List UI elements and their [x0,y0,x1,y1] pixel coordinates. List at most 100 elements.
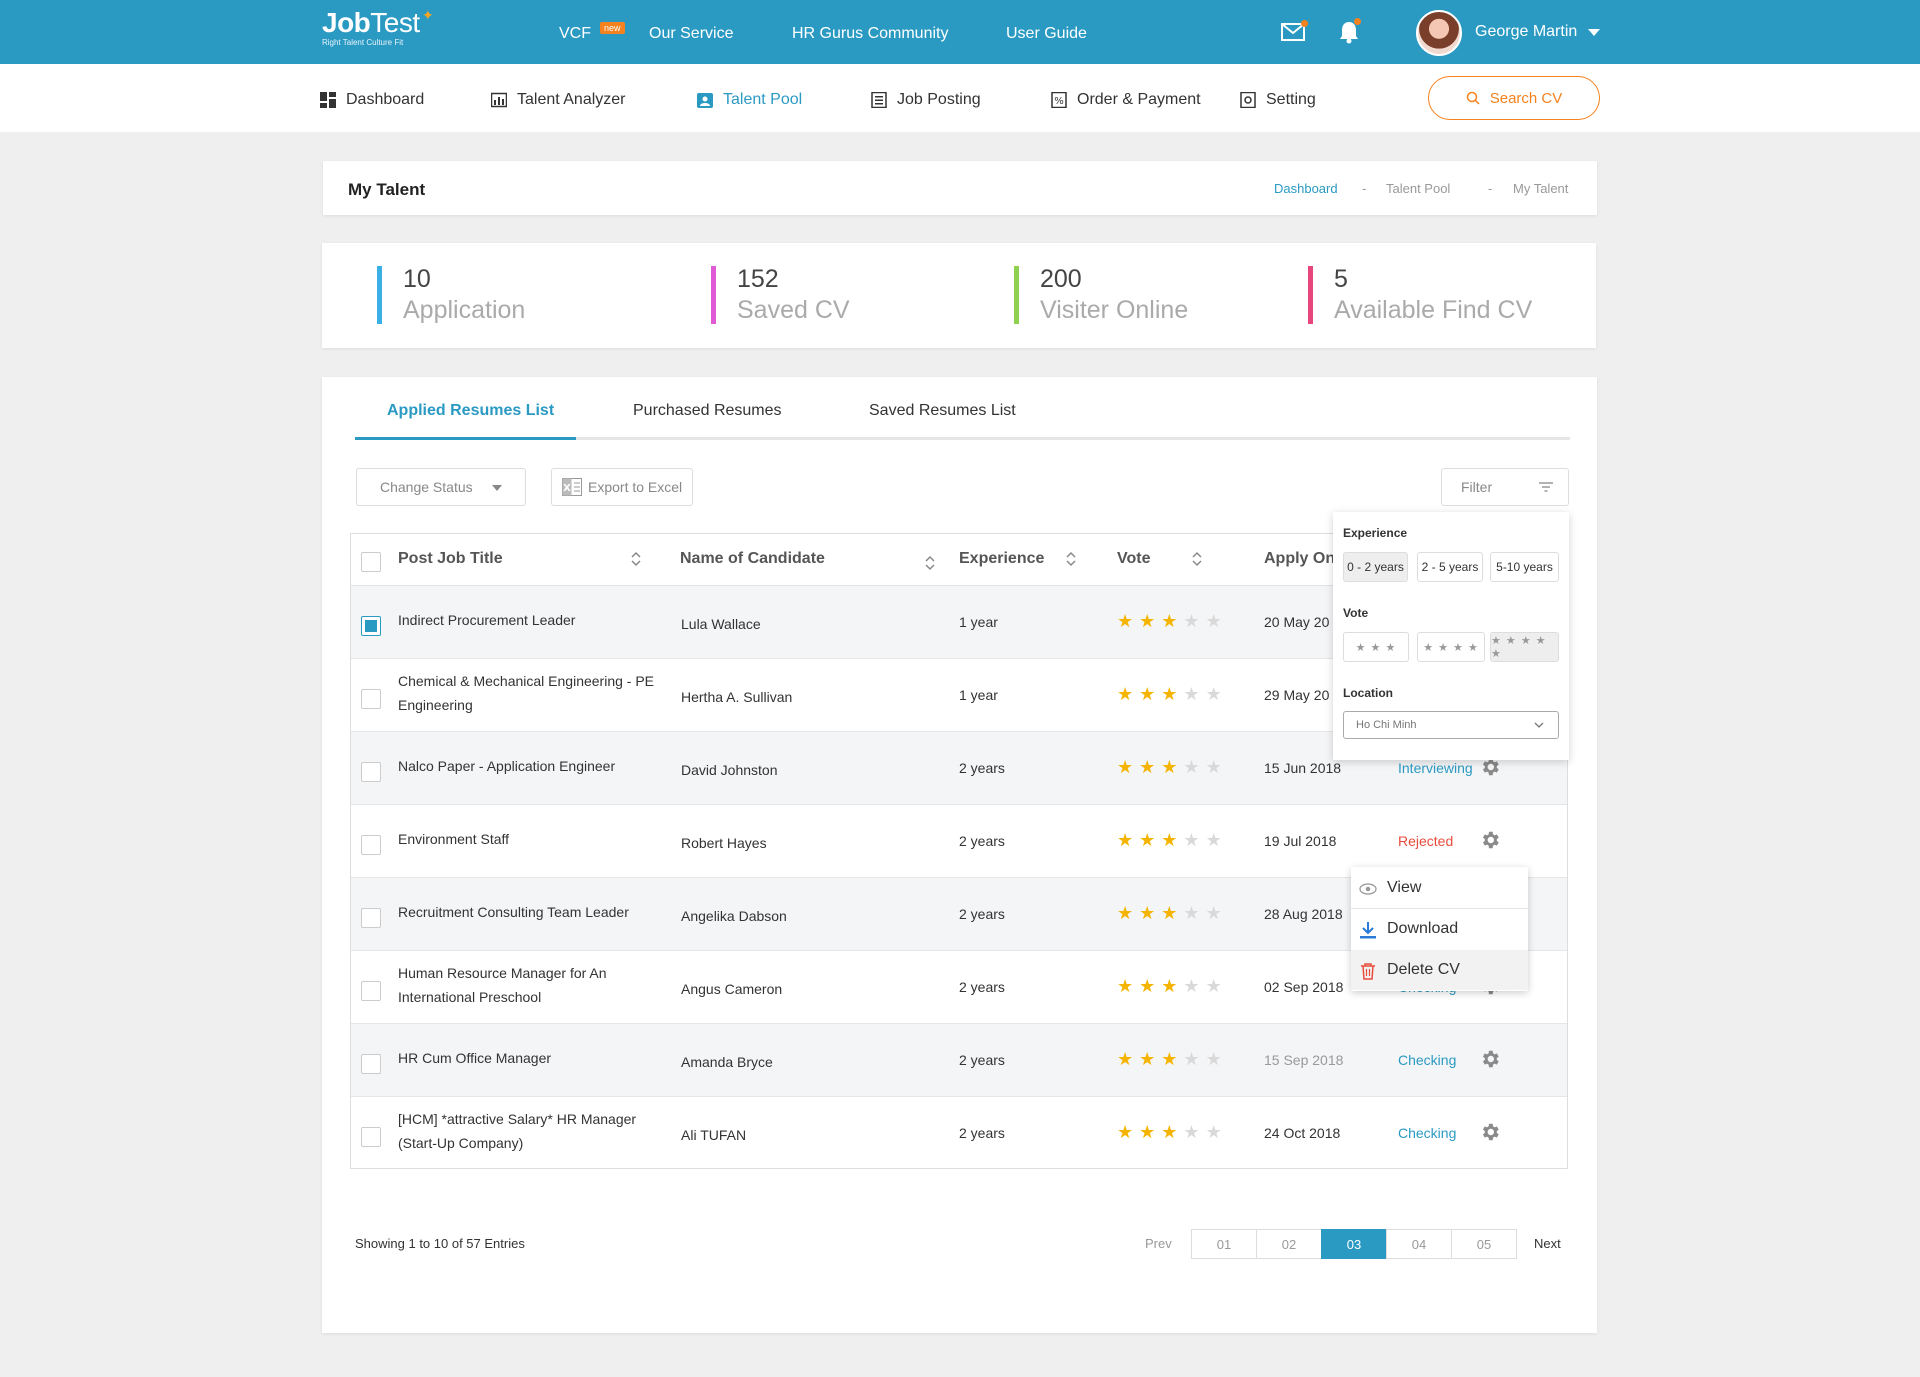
page-number[interactable]: 02 [1256,1229,1322,1259]
topnav-our-service[interactable]: Our Service [649,24,733,44]
row-checkbox[interactable] [361,1054,381,1074]
star-filled-icon[interactable]: ★ [1161,685,1177,703]
nav-job-posting[interactable]: Job Posting [871,90,981,110]
pagination-next[interactable]: Next [1534,1236,1561,1251]
job-title[interactable]: [HCM] *attractive Salary* HR Manager [398,1107,636,1131]
tab-purchased-resumes[interactable]: Purchased Resumes [633,402,782,420]
menu-item-download[interactable]: Download [1351,909,1528,949]
vote-option-5[interactable]: ★ ★ ★ ★ ★ [1490,632,1559,662]
star-filled-icon[interactable]: ★ [1139,904,1155,922]
breadcrumb-talent-pool[interactable]: Talent Pool [1386,181,1450,196]
vote-rating[interactable]: ★ ★ ★ ★ ★ [1117,612,1222,630]
star-empty-icon[interactable]: ★ [1183,1123,1199,1141]
menu-item-delete-cv[interactable]: Delete CV [1351,950,1528,990]
breadcrumb-dashboard[interactable]: Dashboard [1274,181,1338,196]
star-filled-icon[interactable]: ★ [1161,831,1177,849]
status-label[interactable]: Checking [1398,1125,1456,1141]
vote-option-3[interactable]: ★ ★ ★ [1343,632,1409,662]
row-checkbox[interactable] [361,981,381,1001]
avatar[interactable] [1416,10,1462,56]
star-filled-icon[interactable]: ★ [1117,977,1133,995]
job-title[interactable]: Nalco Paper - Application Engineer [398,754,615,778]
sort-icon[interactable] [924,554,936,572]
star-filled-icon[interactable]: ★ [1117,612,1133,630]
row-checkbox[interactable] [361,908,381,928]
star-filled-icon[interactable]: ★ [1161,758,1177,776]
row-checkbox[interactable] [361,616,381,636]
nav-setting[interactable]: Setting [1240,90,1316,110]
star-empty-icon[interactable]: ★ [1183,977,1199,995]
topnav-hr-gurus[interactable]: HR Gurus Community [792,24,948,44]
job-title[interactable]: HR Cum Office Manager [398,1046,551,1070]
star-filled-icon[interactable]: ★ [1161,1050,1177,1068]
star-filled-icon[interactable]: ★ [1139,831,1155,849]
experience-option-2-5[interactable]: 2 - 5 years [1417,552,1483,582]
star-filled-icon[interactable]: ★ [1139,758,1155,776]
page-number[interactable]: 01 [1191,1229,1257,1259]
topnav-user-guide[interactable]: User Guide [1006,24,1087,44]
vote-rating[interactable]: ★ ★ ★ ★ ★ [1117,904,1222,922]
column-post-job-title[interactable]: Post Job Title [398,550,503,568]
star-filled-icon[interactable]: ★ [1117,685,1133,703]
status-label[interactable]: Interviewing [1398,760,1473,776]
star-empty-icon[interactable]: ★ [1206,1123,1222,1141]
tab-saved-resumes[interactable]: Saved Resumes List [869,402,1016,420]
column-name-of-candidate[interactable]: Name of Candidate [680,550,825,568]
star-filled-icon[interactable]: ★ [1117,831,1133,849]
column-experience[interactable]: Experience [959,550,1044,568]
vote-rating[interactable]: ★ ★ ★ ★ ★ [1117,1123,1222,1141]
star-filled-icon[interactable]: ★ [1117,1050,1133,1068]
search-cv-button[interactable]: Search CV [1428,76,1600,120]
gear-icon[interactable] [1479,829,1501,851]
topnav-vcf[interactable]: VCF [559,24,591,44]
star-filled-icon[interactable]: ★ [1139,1123,1155,1141]
star-empty-icon[interactable]: ★ [1183,758,1199,776]
job-title[interactable]: Environment Staff [398,827,509,851]
star-filled-icon[interactable]: ★ [1161,977,1177,995]
star-empty-icon[interactable]: ★ [1183,685,1199,703]
experience-option-5-10[interactable]: 5-10 years [1490,552,1559,582]
star-empty-icon[interactable]: ★ [1183,1050,1199,1068]
status-label[interactable]: Checking [1398,1052,1456,1068]
star-filled-icon[interactable]: ★ [1117,904,1133,922]
star-filled-icon[interactable]: ★ [1139,977,1155,995]
vote-rating[interactable]: ★ ★ ★ ★ ★ [1117,1050,1222,1068]
vote-rating[interactable]: ★ ★ ★ ★ ★ [1117,685,1222,703]
location-select[interactable]: Ho Chi Minh [1343,711,1559,739]
nav-order-payment[interactable]: % Order & Payment [1051,90,1201,110]
vote-rating[interactable]: ★ ★ ★ ★ ★ [1117,758,1222,776]
gear-icon[interactable] [1479,1048,1501,1070]
star-empty-icon[interactable]: ★ [1183,612,1199,630]
user-name[interactable]: George Martin [1475,23,1577,41]
job-title[interactable]: Engineering [398,693,473,717]
job-title[interactable]: (Start-Up Company) [398,1131,523,1155]
row-checkbox[interactable] [361,835,381,855]
brand-logo[interactable]: JobTest Right Talent Culture Fit ✦ [322,7,434,47]
star-filled-icon[interactable]: ★ [1139,612,1155,630]
pagination-prev[interactable]: Prev [1145,1236,1172,1251]
star-filled-icon[interactable]: ★ [1139,685,1155,703]
experience-option-0-2[interactable]: 0 - 2 years [1343,552,1408,582]
nav-dashboard[interactable]: Dashboard [320,90,424,110]
star-empty-icon[interactable]: ★ [1206,904,1222,922]
star-empty-icon[interactable]: ★ [1183,831,1199,849]
table-row[interactable]: HR Cum Office Manager Amanda Bryce 2 years… [351,1024,1567,1097]
vote-option-4[interactable]: ★ ★ ★ ★ [1417,632,1485,662]
gear-icon[interactable] [1479,1121,1501,1143]
star-empty-icon[interactable]: ★ [1206,758,1222,776]
job-title[interactable]: Human Resource Manager for An [398,961,607,985]
nav-talent-pool[interactable]: Talent Pool [697,90,802,110]
page-number[interactable]: 04 [1386,1229,1452,1259]
table-row[interactable]: [HCM] *attractive Salary* HR Manager (Sta… [351,1097,1567,1168]
star-empty-icon[interactable]: ★ [1206,977,1222,995]
caret-down-icon[interactable] [1588,29,1600,36]
row-checkbox[interactable] [361,1127,381,1147]
sort-icon[interactable] [1065,550,1077,568]
star-empty-icon[interactable]: ★ [1206,612,1222,630]
star-filled-icon[interactable]: ★ [1117,1123,1133,1141]
star-filled-icon[interactable]: ★ [1139,1050,1155,1068]
star-empty-icon[interactable]: ★ [1183,904,1199,922]
row-checkbox[interactable] [361,762,381,782]
job-title[interactable]: Indirect Procurement Leader [398,608,575,632]
star-empty-icon[interactable]: ★ [1206,831,1222,849]
